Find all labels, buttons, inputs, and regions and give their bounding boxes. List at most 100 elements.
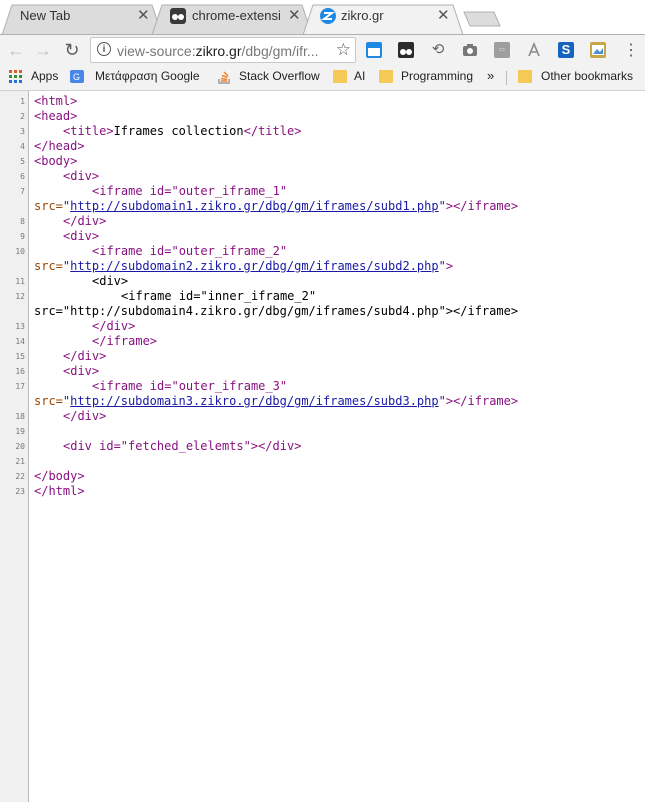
bookmark-folder-ai[interactable]: AI bbox=[354, 69, 365, 83]
source-line: 13 </div> bbox=[0, 319, 645, 334]
line-number: 22 bbox=[15, 472, 25, 481]
line-number: 17 bbox=[15, 382, 25, 391]
source-line: 9 <div> bbox=[0, 229, 645, 244]
source-code: <div> bbox=[63, 229, 100, 243]
line-number: 21 bbox=[15, 457, 25, 466]
source-line: 15 </div> bbox=[0, 349, 645, 364]
folder-icon bbox=[379, 70, 393, 83]
source-code: </iframe> bbox=[92, 334, 158, 348]
folder-icon bbox=[518, 70, 532, 83]
source-line: 10 <iframe id="outer_iframe_2" src="http… bbox=[0, 244, 645, 274]
menu-kebab-icon[interactable]: ⋮ bbox=[620, 39, 642, 61]
source-code: <iframe id="outer_iframe_1" bbox=[92, 184, 288, 198]
bookmark-stack-overflow[interactable]: Stack Overflow bbox=[239, 69, 320, 83]
source-line: 11 <div> bbox=[0, 274, 645, 289]
source-code: <iframe id="outer_iframe_2" bbox=[92, 244, 288, 258]
back-arrow-icon[interactable]: ← bbox=[5, 39, 27, 61]
line-number: 14 bbox=[15, 337, 25, 346]
source-code: </div> bbox=[63, 409, 107, 423]
tab-strip: New Tab ✕ chrome-extensio ✕ zikro.gr ✕ bbox=[0, 0, 645, 35]
extension-tampermonkey-icon[interactable] bbox=[398, 42, 414, 58]
source-line: 7 <iframe id="outer_iframe_1" src="http:… bbox=[0, 184, 645, 214]
google-translate-icon: G bbox=[70, 70, 84, 83]
pdf-icon[interactable] bbox=[526, 41, 542, 58]
source-code: <iframe id="inner_iframe_2" bbox=[121, 289, 317, 303]
info-icon[interactable]: i bbox=[97, 42, 111, 56]
line-number: 10 bbox=[15, 247, 25, 256]
source-line: 21 bbox=[0, 454, 645, 469]
source-line: 17 <iframe id="outer_iframe_3" src="http… bbox=[0, 379, 645, 409]
bookmark-apps[interactable]: Apps bbox=[31, 69, 58, 83]
tab-label-extension[interactable]: chrome-extensio bbox=[192, 8, 280, 23]
source-code-wrap: src="http://subdomain4.zikro.gr/dbg/gm/i… bbox=[34, 304, 519, 318]
source-line: 12 <iframe id="inner_iframe_2" src="http… bbox=[0, 289, 645, 319]
history-icon[interactable]: ⟲ bbox=[430, 42, 446, 58]
line-number: 15 bbox=[15, 352, 25, 361]
extension-gray-icon[interactable]: ▭ bbox=[494, 42, 510, 58]
camera-icon[interactable] bbox=[462, 42, 478, 58]
source-code: <div> bbox=[63, 169, 100, 183]
line-number: 13 bbox=[15, 322, 25, 331]
iframe-1-src-link[interactable]: http://subdomain1.zikro.gr/dbg/gm/iframe… bbox=[70, 199, 438, 213]
bookmarks-overflow-chevron[interactable]: » bbox=[487, 68, 494, 83]
reload-icon[interactable]: ↻ bbox=[61, 39, 83, 61]
source-code-wrap: src="http://subdomain2.zikro.gr/dbg/gm/i… bbox=[34, 259, 454, 273]
source-code: </div> bbox=[92, 319, 136, 333]
source-line: 16 <div> bbox=[0, 364, 645, 379]
bookmark-google-translate[interactable]: Μετάφραση Google bbox=[95, 69, 200, 83]
bookmark-folder-programming[interactable]: Programming bbox=[401, 69, 473, 83]
source-line: 23 </html> bbox=[0, 484, 645, 499]
forward-arrow-icon[interactable]: → bbox=[32, 39, 54, 61]
new-tab-button[interactable] bbox=[463, 11, 501, 27]
line-number: 5 bbox=[20, 157, 25, 166]
line-number: 16 bbox=[15, 367, 25, 376]
browser-toolbar: ← → ↻ i view-source:zikro.gr/dbg/gm/ifr.… bbox=[0, 35, 645, 65]
line-number: 12 bbox=[15, 292, 25, 301]
extension-favicon-icon bbox=[170, 8, 186, 24]
source-code: <head> bbox=[34, 109, 78, 123]
source-code: </body> bbox=[34, 469, 85, 483]
source-code: <div> bbox=[63, 364, 100, 378]
url-path: /dbg/gm/ifr... bbox=[241, 43, 319, 59]
source-line: 2 <head> bbox=[0, 109, 645, 124]
folder-icon bbox=[333, 70, 347, 83]
extension-s-icon[interactable]: S bbox=[558, 42, 574, 58]
tab-close-icon[interactable]: ✕ bbox=[288, 6, 301, 24]
line-number: 19 bbox=[15, 427, 25, 436]
source-line: 5 <body> bbox=[0, 154, 645, 169]
extension-window-icon[interactable] bbox=[366, 42, 382, 58]
source-line: 22 </body> bbox=[0, 469, 645, 484]
source-code: </div> bbox=[63, 349, 107, 363]
source-code: </html> bbox=[34, 484, 85, 498]
tab-label-zikro[interactable]: zikro.gr bbox=[341, 8, 431, 23]
iframe-3-src-link[interactable]: http://subdomain3.zikro.gr/dbg/gm/iframe… bbox=[70, 394, 438, 408]
line-number: 11 bbox=[15, 277, 25, 286]
tab-close-icon[interactable]: ✕ bbox=[437, 6, 450, 24]
source-code: <body> bbox=[34, 154, 78, 168]
extension-image-icon[interactable] bbox=[590, 42, 606, 58]
source-line: 4 </head> bbox=[0, 139, 645, 154]
bookmark-star-icon[interactable]: ☆ bbox=[336, 40, 351, 60]
line-number: 18 bbox=[15, 412, 25, 421]
source-code-wrap: src="http://subdomain3.zikro.gr/dbg/gm/i… bbox=[34, 394, 519, 408]
line-number: 4 bbox=[20, 142, 25, 151]
source-line: 14 </iframe> bbox=[0, 334, 645, 349]
iframe-2-src-link[interactable]: http://subdomain2.zikro.gr/dbg/gm/iframe… bbox=[70, 259, 438, 273]
line-number: 9 bbox=[20, 232, 25, 241]
line-number: 23 bbox=[15, 487, 25, 496]
source-code-wrap: src="http://subdomain1.zikro.gr/dbg/gm/i… bbox=[34, 199, 519, 213]
source-line: 1 <html> bbox=[0, 94, 645, 109]
source-line: 6 <div> bbox=[0, 169, 645, 184]
view-source-pane: 1 <html> 2 <head> 3 <title>Iframes colle… bbox=[0, 91, 645, 802]
stackoverflow-icon bbox=[217, 70, 231, 84]
tab-close-icon[interactable]: ✕ bbox=[137, 6, 150, 24]
source-line: 19 bbox=[0, 424, 645, 439]
line-number: 8 bbox=[20, 217, 25, 226]
source-code: <iframe id="outer_iframe_3" bbox=[92, 379, 288, 393]
line-number: 6 bbox=[20, 172, 25, 181]
address-text[interactable]: view-source:zikro.gr/dbg/gm/ifr... bbox=[117, 43, 327, 59]
address-bar[interactable]: i view-source:zikro.gr/dbg/gm/ifr... ☆ bbox=[90, 37, 356, 63]
tab-label-new-tab[interactable]: New Tab bbox=[20, 8, 130, 23]
line-number: 7 bbox=[20, 187, 25, 196]
bookmark-other-bookmarks[interactable]: Other bookmarks bbox=[541, 69, 633, 83]
